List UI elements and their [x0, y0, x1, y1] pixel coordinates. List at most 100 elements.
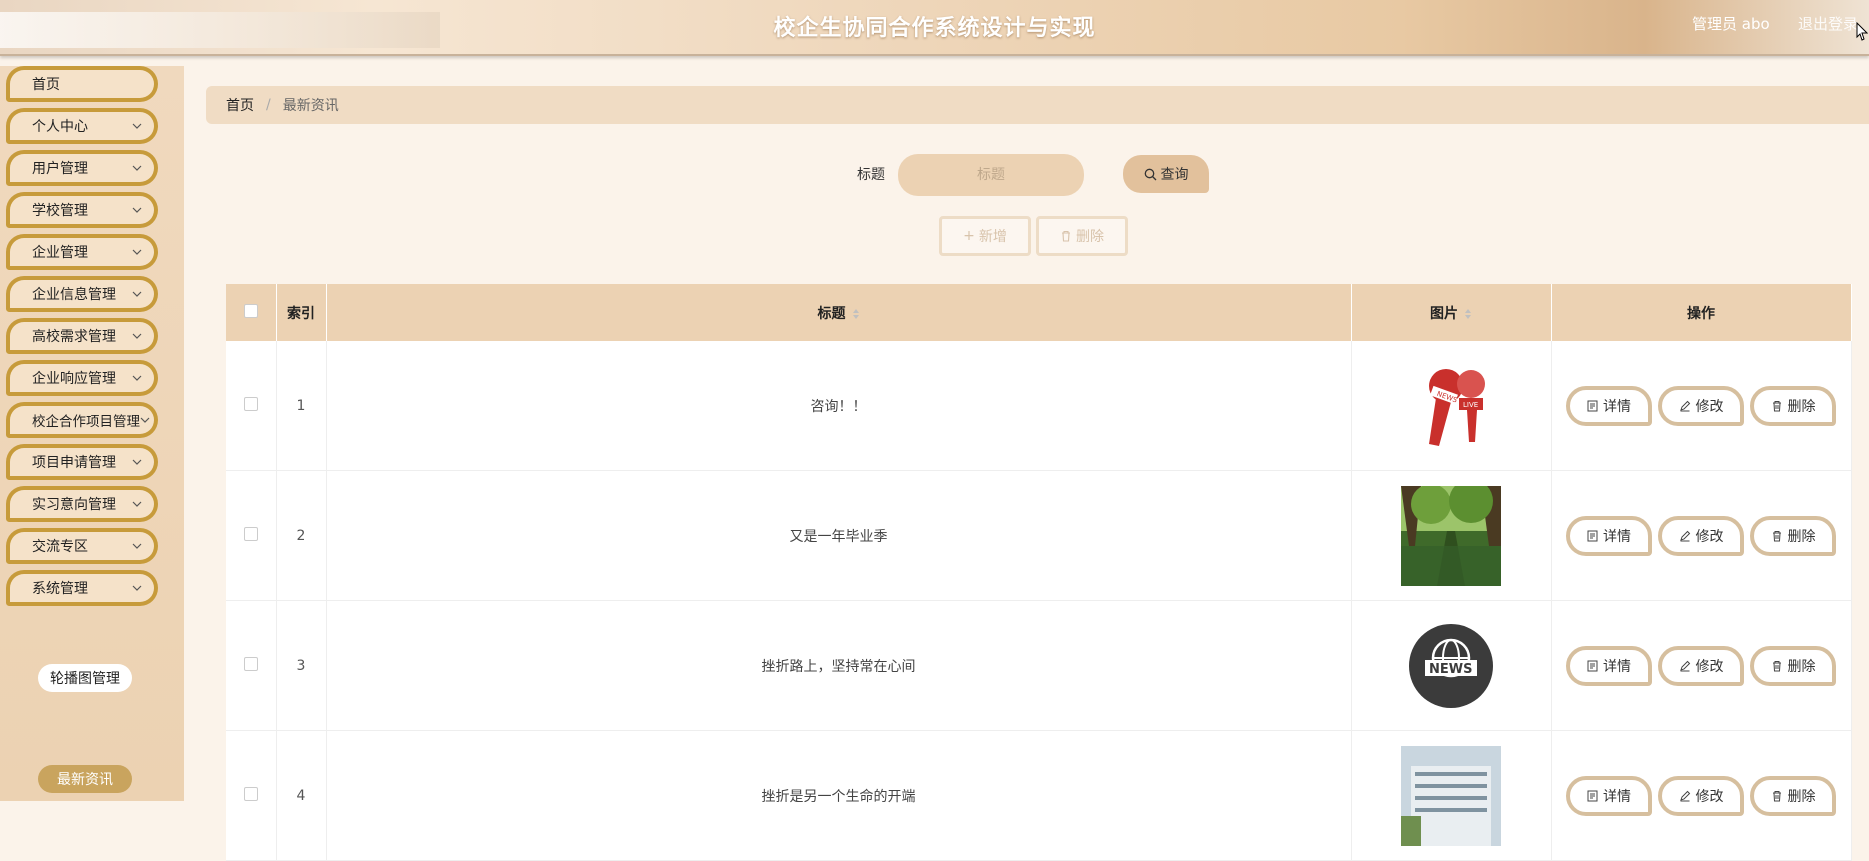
sidebar-item-enterprise-info[interactable]: 企业信息管理 [6, 276, 158, 312]
chevron-up-icon [132, 585, 142, 591]
sidebar-item-cooperation-project[interactable]: 校企合作项目管理 [6, 402, 158, 438]
row-image-cell [1351, 730, 1552, 861]
column-header-image[interactable]: 图片 [1351, 284, 1552, 341]
sidebar-item-forum[interactable]: 交流专区 [6, 528, 158, 564]
sidebar-item-label: 高校需求管理 [32, 329, 116, 345]
building-photo[interactable] [1401, 745, 1501, 846]
sidebar-item-project-application[interactable]: 项目申请管理 [6, 444, 158, 480]
row-image-cell [1351, 470, 1552, 601]
batch-delete-button[interactable]: 删除 [1036, 216, 1128, 256]
delete-button[interactable]: 删除 [1750, 385, 1836, 426]
detail-button[interactable]: 详情 [1566, 645, 1652, 686]
sidebar-item-label: 系统管理 [32, 581, 88, 597]
chevron-down-icon [132, 501, 142, 507]
sidebar-item-label: 用户管理 [32, 161, 88, 177]
sidebar-subitem-news[interactable]: 最新资讯 [38, 765, 132, 793]
chevron-down-icon [132, 333, 142, 339]
document-icon [1587, 660, 1598, 671]
edit-button[interactable]: 修改 [1658, 645, 1744, 686]
edit-button[interactable]: 修改 [1658, 775, 1744, 816]
edit-label: 修改 [1695, 398, 1724, 415]
search-label: 标题 [857, 167, 885, 183]
row-ops: 详情 修改 删除 [1551, 600, 1852, 731]
delete-button[interactable]: 删除 [1750, 775, 1836, 816]
sidebar-item-label: 交流专区 [32, 539, 88, 555]
row-index: 1 [276, 341, 327, 471]
microphone-news-icon[interactable]: NEWS LIVE [1401, 355, 1501, 456]
sort-icon[interactable] [1464, 308, 1472, 320]
mouse-cursor-icon [1856, 22, 1868, 41]
row-title: 挫折路上，坚持常在心间 [326, 600, 1352, 731]
delete-label: 删除 [1787, 788, 1816, 805]
pencil-icon [1679, 530, 1690, 541]
chevron-down-icon [132, 375, 142, 381]
row-image-cell: NEWS [1351, 600, 1552, 731]
edit-button[interactable]: 修改 [1658, 515, 1744, 556]
document-icon [1587, 790, 1598, 801]
search-button[interactable]: 查询 [1123, 155, 1209, 193]
chevron-down-icon [140, 417, 150, 423]
pencil-icon [1679, 660, 1690, 671]
logout-link[interactable]: 退出登录 [1798, 13, 1858, 34]
row-checkbox[interactable] [243, 656, 258, 671]
row-ops: 详情 修改 删除 [1551, 341, 1852, 471]
sidebar-item-internship-intention[interactable]: 实习意向管理 [6, 486, 158, 522]
row-index: 4 [276, 730, 327, 861]
sidebar-item-label: 项目申请管理 [32, 455, 116, 471]
detail-label: 详情 [1603, 528, 1631, 545]
table-header-row: 索引 标题 图片 操作 [226, 284, 1852, 341]
sidebar-subitem-carousel[interactable]: 轮播图管理 [38, 664, 132, 692]
app-title: 校企生协同合作系统设计与实现 [773, 16, 1096, 41]
sidebar-item-university-demand[interactable]: 高校需求管理 [6, 318, 158, 354]
select-all-checkbox[interactable] [243, 303, 258, 318]
document-icon [1587, 530, 1598, 541]
batch-delete-label: 删除 [1076, 229, 1104, 245]
sidebar-item-label: 个人中心 [32, 119, 88, 135]
column-header-title[interactable]: 标题 [326, 284, 1352, 341]
trash-icon [1772, 530, 1781, 541]
sort-icon[interactable] [852, 308, 860, 320]
delete-label: 删除 [1787, 398, 1816, 415]
row-title: 又是一年毕业季 [326, 470, 1352, 601]
sidebar-item-enterprise-management[interactable]: 企业管理 [6, 234, 158, 270]
sidebar-item-user-management[interactable]: 用户管理 [6, 150, 158, 186]
chevron-down-icon [132, 249, 142, 255]
chevron-down-icon [132, 291, 142, 297]
table-row: 3 挫折路上，坚持常在心间 NEWS 详情 修改 删除 [226, 600, 1852, 731]
detail-button[interactable]: 详情 [1566, 515, 1652, 556]
news-globe-icon[interactable]: NEWS [1401, 615, 1501, 716]
document-icon [1587, 400, 1598, 411]
main-content: 首页 / 最新资讯 标题 查询 + 新增 删除 索引 标题 图片 操作 [184, 66, 1869, 861]
sidebar-item-school-management[interactable]: 学校管理 [6, 192, 158, 228]
sidebar-item-home[interactable]: 首页 [6, 66, 158, 102]
pencil-icon [1679, 400, 1690, 411]
sidebar-item-system-management[interactable]: 系统管理 [6, 570, 158, 606]
edit-button[interactable]: 修改 [1658, 385, 1744, 426]
row-ops: 详情 修改 删除 [1551, 470, 1852, 601]
edit-label: 修改 [1695, 528, 1724, 545]
breadcrumb-current: 最新资讯 [282, 98, 339, 114]
detail-button[interactable]: 详情 [1566, 775, 1652, 816]
detail-label: 详情 [1603, 788, 1631, 805]
sidebar-item-personal-center[interactable]: 个人中心 [6, 108, 158, 144]
add-button[interactable]: + 新增 [939, 216, 1031, 256]
row-ops: 详情 修改 删除 [1551, 730, 1852, 861]
delete-button[interactable]: 删除 [1750, 645, 1836, 686]
row-image-cell: NEWS LIVE [1351, 341, 1552, 471]
search-input[interactable] [898, 154, 1084, 196]
pencil-icon [1679, 790, 1690, 801]
row-checkbox[interactable] [243, 396, 258, 411]
trash-icon [1062, 230, 1070, 242]
chevron-down-icon [132, 207, 142, 213]
delete-button[interactable]: 删除 [1750, 515, 1836, 556]
row-checkbox[interactable] [243, 526, 258, 541]
row-title: 挫折是另一个生命的开端 [326, 730, 1352, 861]
breadcrumb-home[interactable]: 首页 [226, 95, 254, 115]
row-checkbox[interactable] [243, 786, 258, 801]
chevron-down-icon [132, 459, 142, 465]
sidebar-item-enterprise-response[interactable]: 企业响应管理 [6, 360, 158, 396]
search-button-label: 查询 [1160, 167, 1189, 183]
forest-path-photo[interactable] [1401, 485, 1501, 586]
table-row: 2 又是一年毕业季 详情 修改 删除 [226, 470, 1852, 601]
detail-button[interactable]: 详情 [1566, 385, 1652, 426]
